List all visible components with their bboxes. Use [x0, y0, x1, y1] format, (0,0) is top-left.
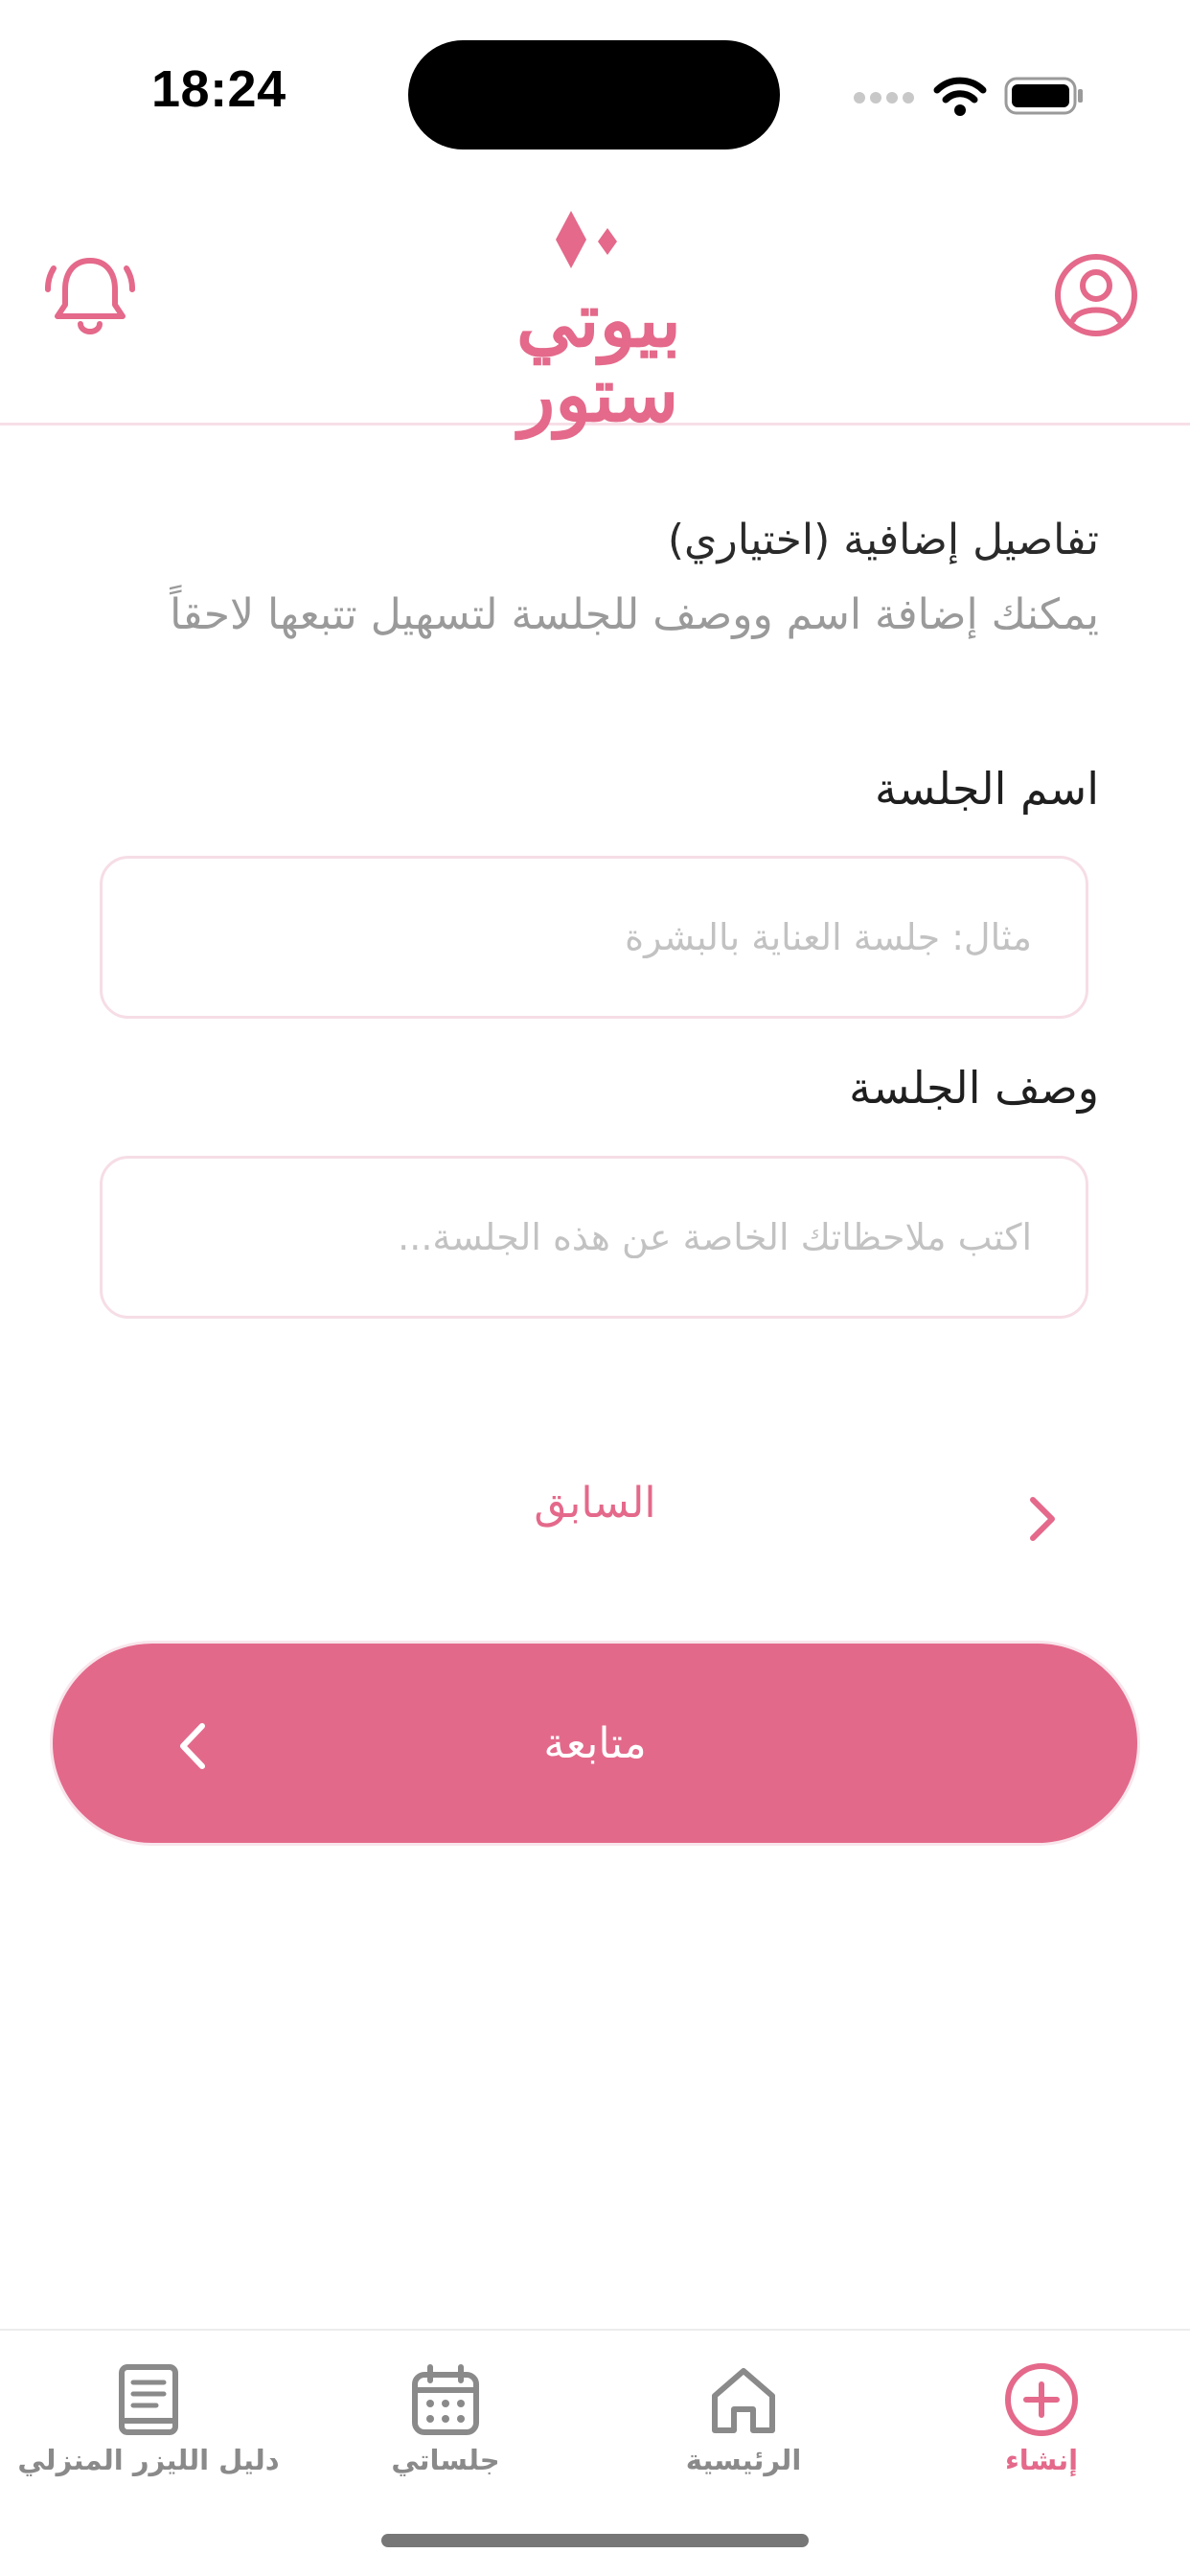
brand-logo: بيوتي ستور [460, 209, 738, 433]
status-icons [853, 67, 1085, 125]
tab-home-laser-guide-label: دليل الليزر المنزلي [17, 2444, 280, 2476]
continue-label: متابعة [543, 1718, 647, 1768]
tab-home-label: الرئيسية [685, 2444, 802, 2476]
app-header: بيوتي ستور [0, 192, 1190, 433]
session-description-field[interactable] [100, 1156, 1088, 1319]
chevron-right-icon [1030, 1497, 1055, 1541]
battery-icon [1004, 77, 1083, 115]
session-description-input[interactable] [103, 1216, 1032, 1258]
home-icon [712, 2368, 775, 2433]
dynamic-island [408, 40, 780, 150]
session-name-field[interactable] [100, 856, 1088, 1019]
section-title: تفاصيل إضافية (اختياري) [667, 516, 1099, 564]
home-indicator[interactable] [381, 2534, 809, 2547]
logo-diamonds-icon [556, 211, 617, 268]
tab-home[interactable]: الرئيسية [595, 2350, 892, 2503]
tab-my-sessions[interactable]: جلساتي [297, 2350, 594, 2503]
continue-button[interactable]: متابعة [50, 1641, 1140, 1846]
tab-create[interactable]: إنشاء [893, 2350, 1190, 2503]
chevron-left-icon [180, 1723, 205, 1769]
book-icon [119, 2364, 178, 2435]
tab-create-label: إنشاء [1004, 2444, 1079, 2476]
previous-button[interactable]: السابق [0, 1471, 1190, 1557]
session-name-label: اسم الجلسة [875, 763, 1099, 815]
wifi-icon [933, 77, 987, 116]
tab-home-laser-guide[interactable]: دليل الليزر المنزلي [0, 2350, 297, 2503]
status-time: 18:24 [151, 60, 286, 118]
tab-my-sessions-label: جلساتي [391, 2444, 500, 2476]
plus-circle-icon [1005, 2363, 1078, 2436]
bell-icon[interactable] [42, 247, 138, 343]
session-description-label: وصف الجلسة [849, 1062, 1099, 1114]
section-description: يمكنك إضافة اسم ووصف للجلسة لتسهيل تتبعه… [170, 590, 1099, 639]
screen: 18:24 بيوتي ستور تفاصيل إضافية (اختياري)… [0, 0, 1190, 2576]
previous-label: السابق [534, 1479, 656, 1528]
calendar-icon [412, 2364, 479, 2435]
user-circle-icon[interactable] [1052, 251, 1140, 339]
logo-text: بيوتي ستور [515, 277, 682, 439]
cellular-signal-icon [854, 92, 914, 104]
session-name-input[interactable] [103, 916, 1032, 958]
